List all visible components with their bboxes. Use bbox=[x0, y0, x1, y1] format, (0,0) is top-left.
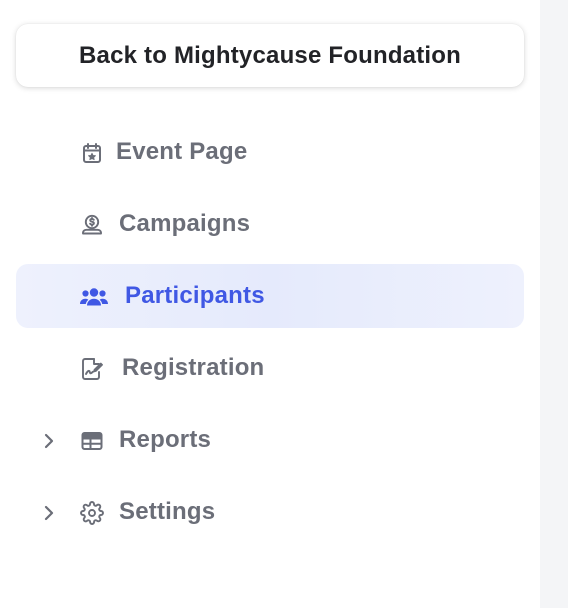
nav-item-event-page[interactable]: Event Page bbox=[16, 120, 524, 184]
nav-item-participants[interactable]: Participants bbox=[16, 264, 524, 328]
table-icon bbox=[79, 428, 105, 454]
nav-item-label: Settings bbox=[119, 498, 216, 525]
form-edit-icon bbox=[79, 356, 105, 382]
nav-item-label: Reports bbox=[119, 426, 212, 453]
users-icon bbox=[79, 284, 109, 310]
chevron-right-icon[interactable] bbox=[40, 430, 58, 452]
nav-item-label: Campaigns bbox=[119, 210, 251, 237]
sidebar: Back to Mightycause Foundation Event Pag… bbox=[0, 0, 540, 608]
calendar-star-icon bbox=[79, 140, 105, 166]
nav-item-label: Registration bbox=[122, 354, 265, 381]
nav-item-reports[interactable]: Reports bbox=[16, 408, 524, 472]
gear-icon bbox=[79, 500, 105, 526]
nav-item-campaigns[interactable]: Campaigns bbox=[16, 192, 524, 256]
nav-item-label: Event Page bbox=[116, 138, 248, 165]
nav-item-label: Participants bbox=[125, 282, 265, 309]
nav-item-registration[interactable]: Registration bbox=[16, 336, 524, 400]
nav-item-settings[interactable]: Settings bbox=[16, 480, 524, 544]
hand-coin-icon bbox=[79, 212, 105, 238]
back-to-organization-button[interactable]: Back to Mightycause Foundation bbox=[16, 24, 524, 87]
chevron-right-icon[interactable] bbox=[40, 502, 58, 524]
main-content-edge bbox=[540, 0, 568, 608]
